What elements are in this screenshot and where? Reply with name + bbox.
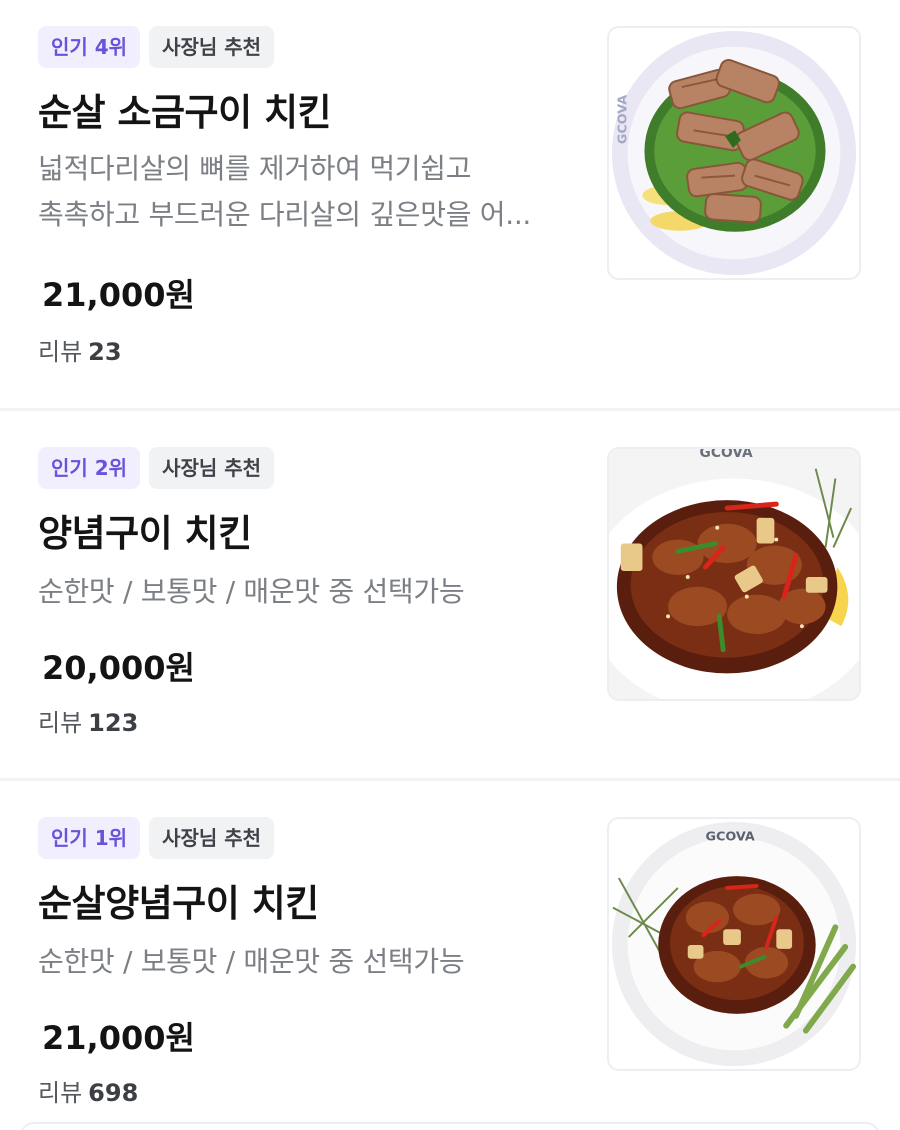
description-line: 넓적다리살의 뼈를 제거하여 먹기쉽고: [38, 152, 472, 185]
menu-list: 인기 4위 사장님 추천 순살 소금구이 치킨 넓적다리살의 뼈를 제거하여 먹…: [0, 0, 900, 1130]
menu-item-description: 넓적다리살의 뼈를 제거하여 먹기쉽고 촉촉하고 부드러운 다리살의 깊은맛을 …: [38, 146, 578, 238]
menu-item-name: 순살 소금구이 치킨: [38, 91, 332, 134]
badge-group: 인기 4위 사장님 추천: [38, 26, 275, 68]
plate-brand-text: GCOVA: [616, 95, 631, 144]
menu-item-image[interactable]: GCOVA: [607, 26, 861, 280]
menu-item-salt-grilled-boneless-chicken[interactable]: 인기 4위 사장님 추천 순살 소금구이 치킨 넓적다리살의 뼈를 제거하여 먹…: [0, 0, 900, 408]
menu-item-price: 20,000원: [42, 649, 195, 687]
review-label: 리뷰: [38, 709, 83, 737]
owner-recommend-badge: 사장님 추천: [149, 817, 275, 859]
description-line: 순한맛 / 보통맛 / 매운맛 중 선택가능: [38, 945, 465, 978]
owner-recommend-badge: 사장님 추천: [149, 26, 275, 68]
menu-item-description: 순한맛 / 보통맛 / 매운맛 중 선택가능: [38, 939, 578, 985]
owner-recommend-badge: 사장님 추천: [149, 447, 275, 489]
menu-item-seasoned-grilled-chicken[interactable]: 인기 2위 사장님 추천 양념구이 치킨 순한맛 / 보통맛 / 매운맛 중 선…: [0, 411, 900, 778]
review-label: 리뷰: [38, 338, 83, 366]
chicken-food-image: GCOVA: [609, 819, 859, 1069]
description-line: 순한맛 / 보통맛 / 매운맛 중 선택가능: [38, 575, 465, 608]
popularity-rank-badge: 인기 4위: [38, 26, 141, 68]
menu-item-name: 양념구이 치킨: [38, 512, 252, 555]
review-label: 리뷰: [38, 1079, 83, 1107]
menu-item-image[interactable]: GCOVA: [607, 817, 861, 1071]
review-count-value: 23: [88, 338, 122, 366]
menu-item-name: 순살양념구이 치킨: [38, 882, 319, 925]
plate-brand-text: GCOVA: [705, 830, 754, 845]
menu-item-description: 순한맛 / 보통맛 / 매운맛 중 선택가능: [38, 569, 578, 615]
review-count: 리뷰 698: [38, 1073, 138, 1108]
review-count-value: 123: [88, 709, 139, 737]
popularity-rank-badge: 인기 1위: [38, 817, 141, 859]
menu-item-price: 21,000원: [42, 1019, 195, 1057]
menu-item-price: 21,000원: [42, 276, 195, 314]
review-count-value: 698: [88, 1079, 139, 1107]
review-count: 리뷰 23: [38, 332, 122, 367]
badge-group: 인기 1위 사장님 추천: [38, 817, 275, 859]
plate-brand-text: GCOVA: [700, 449, 753, 461]
badge-group: 인기 2위 사장님 추천: [38, 447, 275, 489]
menu-item-seasoned-grilled-boneless-chicken[interactable]: 인기 1위 사장님 추천 순살양념구이 치킨 순한맛 / 보통맛 / 매운맛 중…: [0, 781, 900, 1130]
popularity-rank-badge: 인기 2위: [38, 447, 141, 489]
chicken-food-image: GCOVA: [609, 28, 859, 278]
menu-item-image[interactable]: GCOVA: [607, 447, 861, 701]
description-line: 촉촉하고 부드러운 다리살의 깊은맛을 어...: [38, 198, 532, 231]
chicken-food-image: GCOVA: [609, 449, 859, 699]
next-item-edge: [20, 1122, 880, 1130]
review-count: 리뷰 123: [38, 703, 138, 738]
